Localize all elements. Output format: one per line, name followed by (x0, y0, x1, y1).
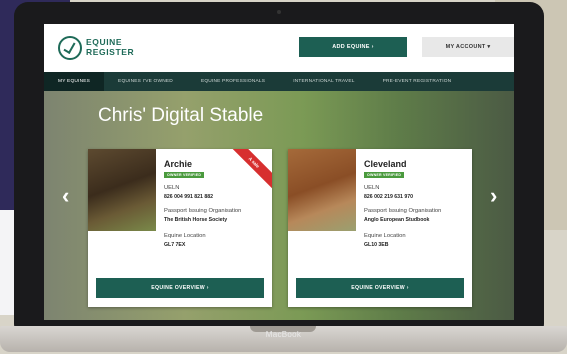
ueln-value: 826 002 219 631 970 (364, 194, 414, 200)
ribbon-clip: A sale (228, 149, 272, 193)
nav-my-equines[interactable]: MY EQUINES (44, 72, 105, 91)
carousel-next-arrow-icon[interactable]: › (490, 183, 497, 209)
main-nav: MY EQUINES EQUINES I'VE OWNED EQUINE PRO… (44, 72, 514, 91)
site-logo-text[interactable]: EQUINE REGISTER (86, 37, 134, 57)
my-account-button[interactable]: MY ACCOUNT ▾ (422, 37, 514, 57)
passport-org-label: Passport Issuing Organisation (164, 208, 242, 214)
logo-line-1: EQUINE (86, 37, 123, 47)
equine-card-archie: A sale Archie OWNER VERIFIED UELN 826 00… (88, 149, 272, 307)
equine-location-value: GL10 3EB (364, 242, 389, 248)
stable-hero: Chris' Digital Stable ‹ › A sale Archie … (44, 91, 514, 320)
logo-line-2: REGISTER (86, 47, 135, 57)
ueln-label: UELN (364, 185, 380, 191)
ueln-label: UELN (164, 185, 180, 191)
owner-verified-badge: OWNER VERIFIED (364, 172, 405, 178)
ueln-value: 826 004 991 821 882 (164, 194, 214, 200)
horse-name: Archie (164, 159, 193, 169)
carousel-prev-arrow-icon[interactable]: ‹ (62, 183, 69, 209)
equine-card-cleveland: Cleveland OWNER VERIFIED UELN 826 002 21… (288, 149, 472, 307)
camera-dot (277, 10, 281, 14)
nav-international-travel[interactable]: INTERNATIONAL TRAVEL (279, 72, 368, 91)
nav-equines-owned[interactable]: EQUINES I'VE OWNED (104, 72, 187, 91)
owner-verified-badge: OWNER VERIFIED (164, 172, 205, 178)
device-brand-label: MacBook (265, 330, 302, 339)
equine-overview-button[interactable]: EQUINE OVERVIEW › (296, 278, 464, 298)
laptop-frame: EQUINE REGISTER ADD EQUINE › MY ACCOUNT … (14, 2, 544, 338)
horse-name: Cleveland (364, 159, 407, 169)
nav-pre-event-registration[interactable]: PRE-EVENT REGISTRATION (369, 72, 466, 91)
equine-location-value: GL7 7EX (164, 242, 186, 248)
equine-location-label: Equine Location (364, 233, 406, 239)
site-header: EQUINE REGISTER ADD EQUINE › MY ACCOUNT … (44, 24, 514, 72)
passport-org-label: Passport Issuing Organisation (364, 208, 442, 214)
passport-org-value: Anglo European Studbook (364, 217, 430, 223)
page-title: Chris' Digital Stable (98, 105, 264, 126)
nav-equine-professionals[interactable]: EQUINE PROFESSIONALS (187, 72, 279, 91)
passport-org-value: The British Horse Society (164, 217, 228, 223)
sale-ribbon: A sale (228, 149, 272, 190)
equine-location-label: Equine Location (164, 233, 206, 239)
horse-photo-cleveland[interactable] (288, 149, 356, 231)
add-equine-button[interactable]: ADD EQUINE › (299, 37, 407, 57)
equine-overview-button[interactable]: EQUINE OVERVIEW › (96, 278, 264, 298)
equine-register-logo-icon[interactable] (58, 36, 82, 60)
horse-photo-archie[interactable] (88, 149, 156, 231)
laptop-screen: EQUINE REGISTER ADD EQUINE › MY ACCOUNT … (44, 24, 514, 320)
